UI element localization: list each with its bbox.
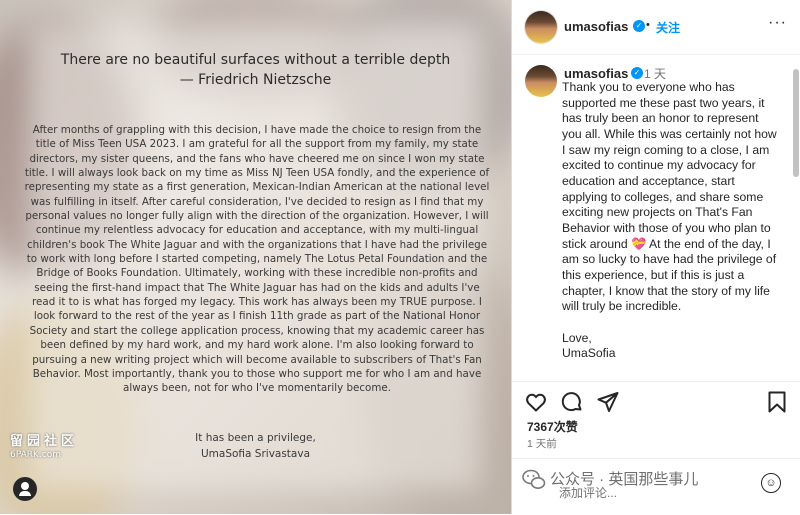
quote-text: There are no beautiful surfaces without …: [60, 52, 451, 68]
wechat-icon: [522, 469, 546, 490]
share-icon[interactable]: [596, 390, 620, 414]
post-sidebar: umasofias ✓ • 关注 ··· umasofias ✓ 1 天 Tha…: [511, 0, 800, 514]
verified-badge-icon: ✓: [633, 20, 645, 32]
caption-text: Thank you to everyone who has supported …: [562, 80, 777, 361]
comment-icon[interactable]: [560, 390, 584, 414]
more-options-icon[interactable]: ···: [768, 14, 787, 32]
post-image[interactable]: There are no beautiful surfaces without …: [0, 0, 511, 514]
caption-username[interactable]: umasofias: [564, 66, 628, 81]
site-watermark: 留园社区 6PARK.com: [10, 430, 78, 460]
like-count[interactable]: 7367次赞: [527, 418, 578, 435]
watermark-cn: 留园社区: [10, 434, 79, 449]
quote-author: — Friedrich Nietzsche: [179, 72, 332, 88]
caption-section: umasofias ✓ 1 天 Thank you to everyone wh…: [512, 55, 800, 381]
tagged-user-icon[interactable]: [13, 477, 37, 501]
watermark-en: 6PARK.com: [10, 450, 61, 460]
comment-input[interactable]: [557, 485, 721, 501]
avatar[interactable]: [525, 11, 557, 43]
post-header: umasofias ✓ • 关注 ···: [512, 0, 800, 55]
verified-badge-icon: ✓: [631, 67, 643, 79]
emoji-icon[interactable]: ☺: [761, 473, 781, 493]
resignation-letter: After months of grappling with this deci…: [24, 124, 490, 395]
post-age[interactable]: 1 天前: [527, 436, 557, 451]
bookmark-icon[interactable]: [765, 390, 789, 414]
scrollbar[interactable]: [793, 69, 799, 177]
heart-icon[interactable]: [524, 390, 548, 414]
avatar[interactable]: [525, 65, 557, 97]
follow-button[interactable]: 关注: [656, 19, 680, 36]
action-bar: [512, 381, 800, 422]
comment-bar: 公众号 · 英国那些事儿 ☺: [512, 458, 800, 515]
header-username[interactable]: umasofias: [564, 19, 628, 34]
separator-dot: •: [646, 19, 650, 31]
